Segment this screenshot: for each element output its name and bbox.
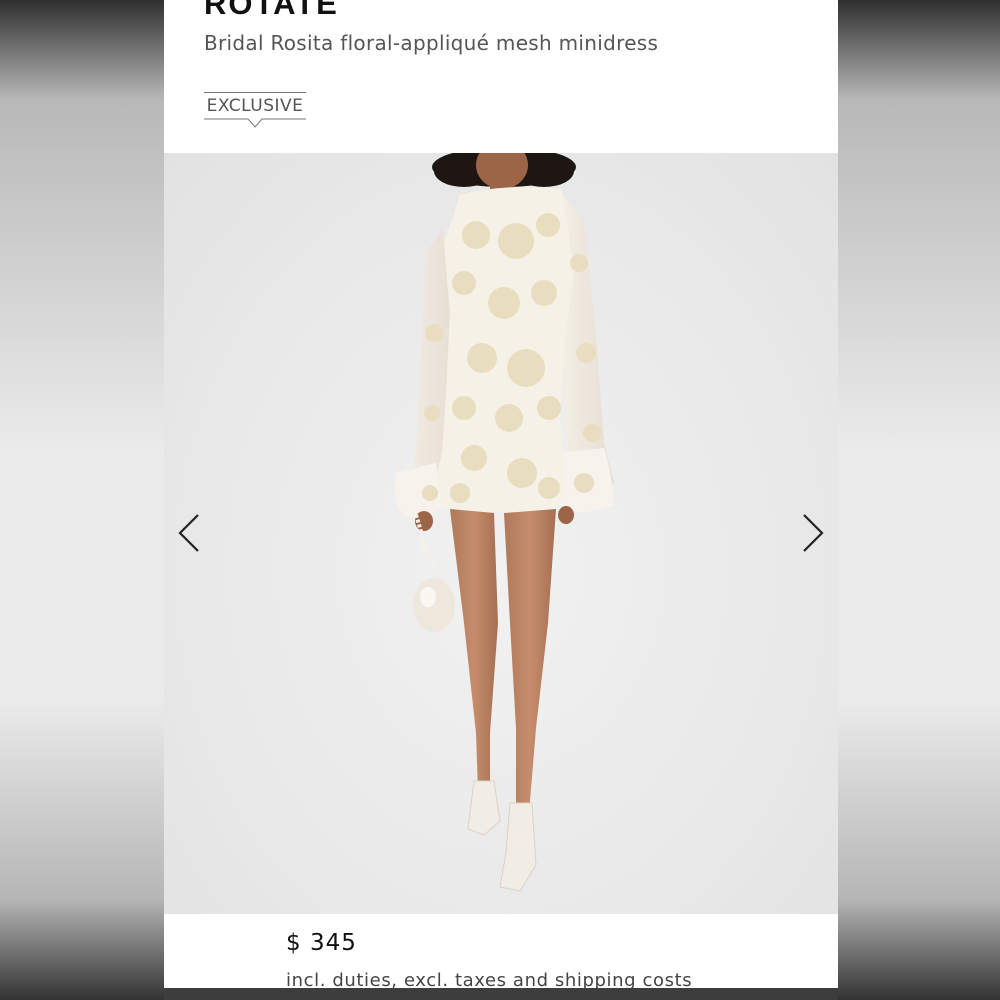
brand-name[interactable]: ROTATE <box>204 0 339 22</box>
left-backdrop <box>0 0 164 1000</box>
model-photo <box>395 153 614 892</box>
product-panel: ROTATE Bridal Rosita floral-appliqué mes… <box>164 0 838 1000</box>
previous-image-button[interactable] <box>170 503 210 563</box>
exclusive-badge-label: EXCLUSIVE <box>206 96 304 116</box>
price: $ 345 <box>286 930 357 956</box>
product-title: Bridal Rosita floral-appliqué mesh minid… <box>204 31 659 55</box>
next-image-button[interactable] <box>792 503 832 563</box>
chevron-left-icon <box>178 514 199 552</box>
bottom-bar <box>164 988 838 1000</box>
exclusive-badge: EXCLUSIVE <box>204 92 306 130</box>
chevron-right-icon <box>803 514 824 552</box>
right-backdrop <box>838 0 1000 1000</box>
product-image[interactable] <box>164 153 838 914</box>
badge-pointer-icon <box>204 118 306 128</box>
